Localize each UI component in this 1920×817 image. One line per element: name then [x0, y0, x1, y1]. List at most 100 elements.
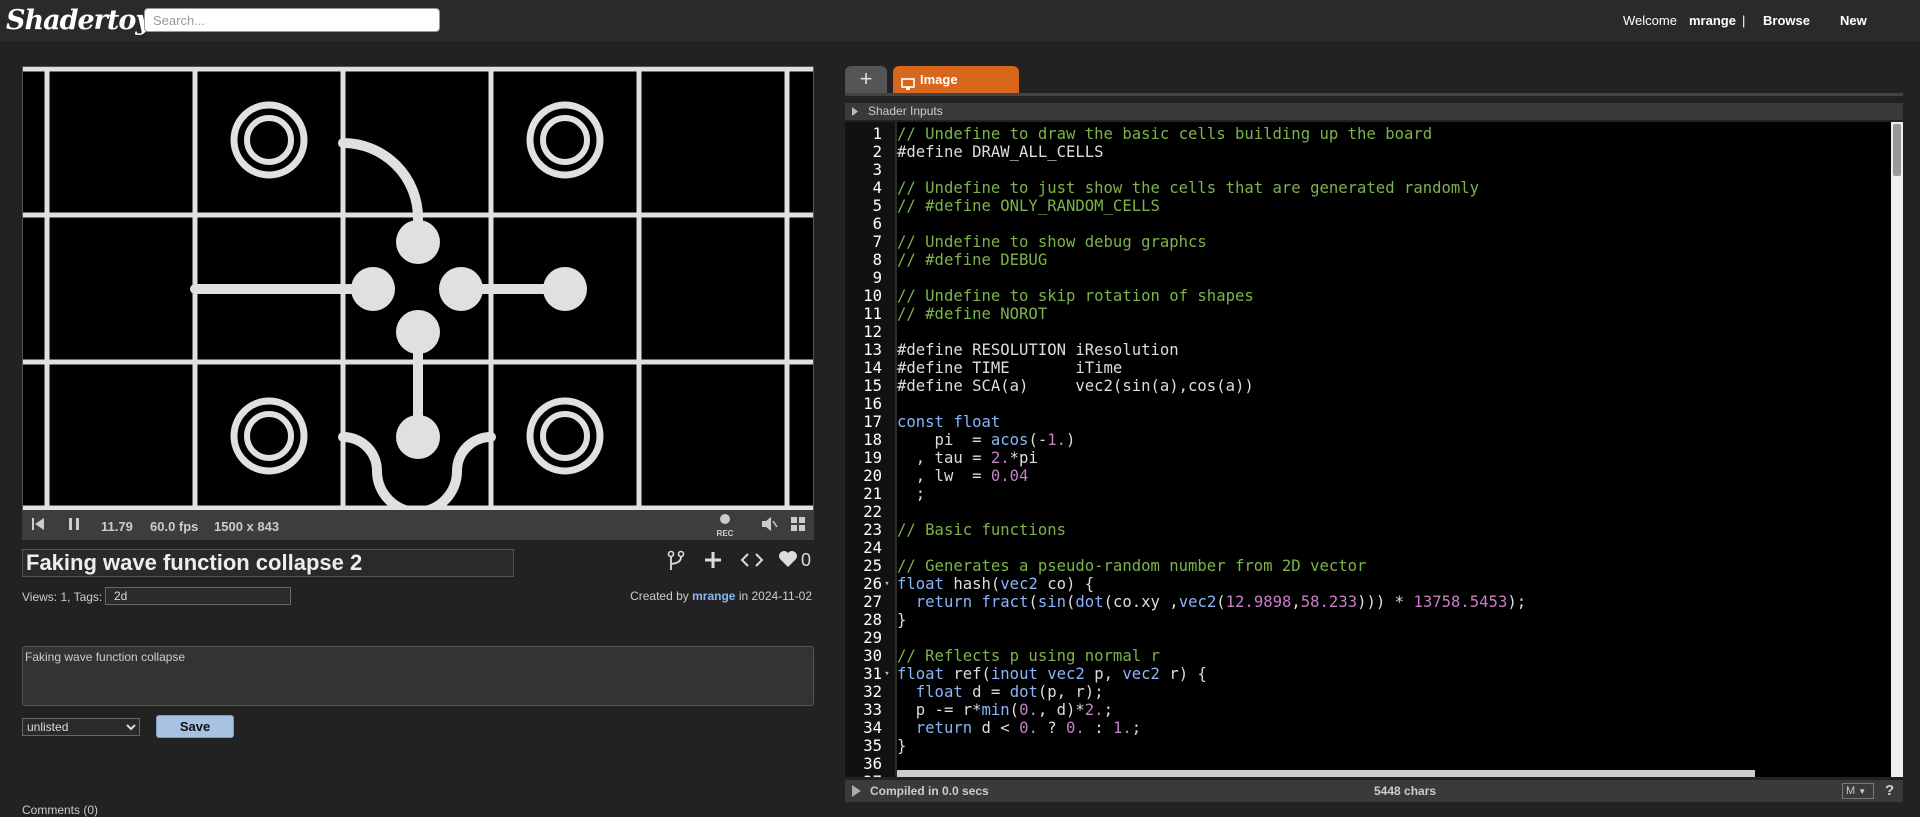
code-line[interactable]: 2 #define DRAW_ALL_CELLS [845, 143, 1889, 161]
code-line[interactable]: 32 float d = dot(p, r); [845, 683, 1889, 701]
code-line[interactable]: 28} [845, 611, 1889, 629]
add-to-playlist-icon[interactable] [703, 550, 723, 576]
tab-image[interactable]: Image [893, 66, 1019, 93]
code-line[interactable]: 23 // Basic functions [845, 521, 1889, 539]
code-text: // Undefine to just show the cells that … [897, 179, 1480, 197]
line-number: 31 [863, 665, 882, 683]
code-line[interactable]: 8 // #define DEBUG [845, 251, 1889, 269]
shader-inputs-toggle[interactable]: Shader Inputs [845, 103, 1903, 120]
code-line[interactable]: 3 [845, 161, 1889, 179]
play-icon [852, 785, 861, 797]
add-tab-button[interactable]: + [845, 66, 887, 93]
player-controls: 11.79 60.0 fps 1500 x 843 REC [22, 510, 814, 540]
code-line[interactable]: 11 // #define NOROT [845, 305, 1889, 323]
line-number: 21 [863, 485, 882, 503]
description-textarea[interactable]: Faking wave function collapse [22, 646, 814, 706]
code-line[interactable]: 5 // #define ONLY_RANDOM_CELLS [845, 197, 1889, 215]
record-button[interactable]: REC [714, 512, 736, 538]
code-line[interactable]: 30 // Reflects p using normal r [845, 647, 1889, 665]
code-text: } [897, 737, 907, 755]
help-icon[interactable]: ? [1885, 782, 1894, 799]
editor-mode-select[interactable]: M ▼ [1842, 783, 1874, 799]
fullscreen-icon[interactable] [790, 516, 806, 537]
compile-button[interactable] [850, 783, 862, 802]
horizontal-scrollbar[interactable] [897, 770, 1755, 777]
code-line[interactable]: 25 // Generates a pseudo-random number fr… [845, 557, 1889, 575]
views-tags-label: Views: 1, Tags: [22, 590, 103, 604]
code-line[interactable]: 6 [845, 215, 1889, 233]
line-number: 22 [863, 503, 882, 521]
code-line[interactable]: 7 // Undefine to show debug graphcs [845, 233, 1889, 251]
code-line[interactable]: 10 // Undefine to skip rotation of shapes [845, 287, 1889, 305]
image-tab-icon [901, 73, 915, 101]
code-line[interactable]: 1 // Undefine to draw the basic cells bui… [845, 125, 1889, 143]
line-number: 28 [863, 611, 882, 629]
code-text: float ref(inout vec2 p, vec2 r) { [897, 665, 1207, 683]
pause-icon[interactable] [66, 516, 82, 537]
line-number: 12 [863, 323, 882, 341]
volume-icon[interactable] [760, 516, 778, 537]
vertical-scrollbar[interactable] [1891, 122, 1903, 777]
code-editor[interactable]: 1 // Undefine to draw the basic cells bui… [845, 122, 1903, 777]
code-line[interactable]: 21 ; [845, 485, 1889, 503]
line-number: 3 [872, 161, 882, 179]
code-line[interactable]: 14 #define TIME iTime [845, 359, 1889, 377]
save-button[interactable]: Save [156, 715, 234, 738]
code-line[interactable]: 24 [845, 539, 1889, 557]
author-link[interactable]: mrange [692, 589, 735, 603]
char-count: 5448 chars [1374, 784, 1437, 798]
code-line[interactable]: 22 [845, 503, 1889, 521]
created-by-line: Created by mrange in 2024-11-02 [630, 589, 812, 603]
code-text: // #define DEBUG [897, 251, 1048, 269]
code-line[interactable]: 34 return d < 0. ? 0. : 1.; [845, 719, 1889, 737]
code-line[interactable]: 33 p -= r*min(0., d)*2.; [845, 701, 1889, 719]
code-line[interactable]: 35} [845, 737, 1889, 755]
code-text: // Basic functions [897, 521, 1066, 539]
vertical-scroll-thumb[interactable] [1893, 124, 1901, 176]
line-number: 6 [872, 215, 882, 233]
code-line[interactable]: 12 [845, 323, 1889, 341]
code-line[interactable]: 9 [845, 269, 1889, 287]
compile-status: Compiled in 0.0 secs [870, 784, 989, 798]
welcome-label: Welcome [1623, 13, 1677, 28]
code-line[interactable]: 13 #define RESOLUTION iResolution [845, 341, 1889, 359]
shader-title-input[interactable] [22, 549, 514, 577]
fold-marker-icon[interactable]: ▾ [882, 575, 892, 593]
privacy-select[interactable]: unlisted [22, 718, 140, 736]
line-number: 19 [863, 449, 882, 467]
line-number: 26 [863, 575, 882, 593]
code-text: , tau = 2.*pi [897, 449, 1038, 467]
line-number: 23 [863, 521, 882, 539]
code-line[interactable]: 4 // Undefine to just show the cells that… [845, 179, 1889, 197]
code-line[interactable]: 27 return fract(sin(dot(co.xy ,vec2(12.9… [845, 593, 1889, 611]
code-text: return fract(sin(dot(co.xy ,vec2(12.9898… [915, 593, 1527, 611]
code-line[interactable]: 31 ▾ float ref(inout vec2 p, vec2 r) { [845, 665, 1889, 683]
line-number: 9 [872, 269, 882, 287]
like-button[interactable] [778, 550, 798, 574]
time-readout: 11.79 [101, 519, 133, 534]
username-link[interactable]: mrange [1689, 13, 1736, 28]
line-number: 27 [863, 593, 882, 611]
code-line[interactable]: 16 [845, 395, 1889, 413]
code-line[interactable]: 15 #define SCA(a) vec2(sin(a),cos(a)) [845, 377, 1889, 395]
shadertoy-logo[interactable]: Shadertoy [6, 5, 151, 36]
tags-input[interactable] [105, 587, 291, 605]
new-link[interactable]: New [1840, 13, 1867, 28]
fold-marker-icon[interactable]: ▾ [882, 665, 892, 683]
tab-underline [845, 93, 1903, 96]
rewind-icon[interactable] [30, 516, 46, 537]
code-line[interactable]: 17 const float [845, 413, 1889, 431]
fork-icon[interactable] [667, 550, 685, 578]
code-line[interactable]: 29 [845, 629, 1889, 647]
editor-mode-label: M [1846, 785, 1856, 797]
search-input[interactable] [144, 8, 440, 32]
line-number: 33 [863, 701, 882, 719]
code-line[interactable]: 19 , tau = 2.*pi [845, 449, 1889, 467]
code-line[interactable]: 20 , lw = 0.04 [845, 467, 1889, 485]
code-line[interactable]: 18 pi = acos(-1.) [845, 431, 1889, 449]
shader-canvas[interactable] [22, 66, 814, 511]
line-number: 30 [863, 647, 882, 665]
embed-code-icon[interactable] [740, 550, 764, 576]
browse-link[interactable]: Browse [1763, 13, 1810, 28]
code-line[interactable]: 26 ▾ float hash(vec2 co) { [845, 575, 1889, 593]
